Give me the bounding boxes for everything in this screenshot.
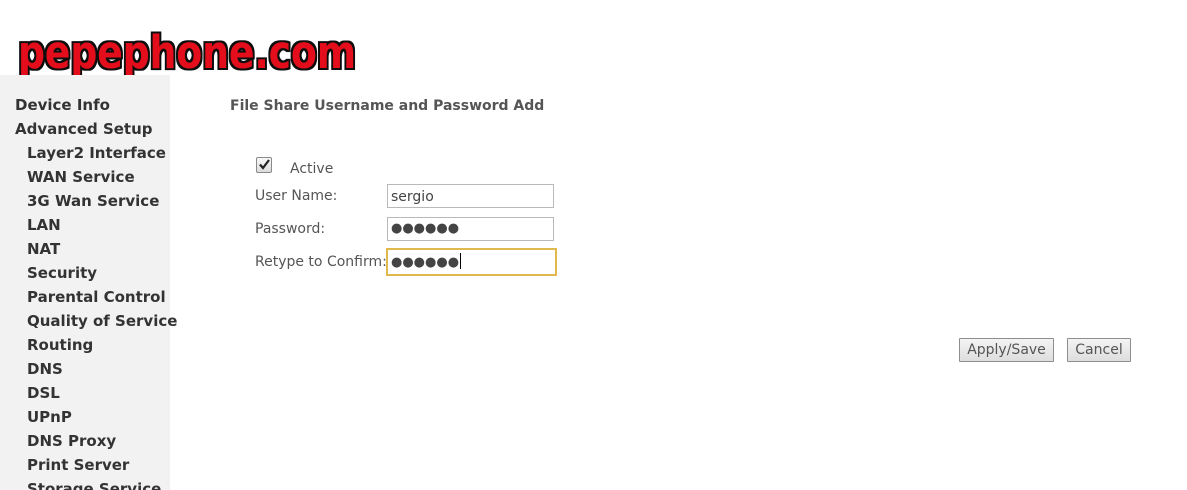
username-value: sergio xyxy=(391,189,434,205)
text-caret xyxy=(460,253,462,269)
page-title: File Share Username and Password Add xyxy=(230,98,545,114)
sidebar-item-advanced-setup[interactable]: Advanced Setup xyxy=(15,120,153,138)
sidebar-item-security[interactable]: Security xyxy=(27,264,97,282)
checkmark-icon xyxy=(259,159,270,170)
sidebar-item-dns[interactable]: DNS xyxy=(27,360,63,378)
sidebar-item-quality-of-service[interactable]: Quality of Service xyxy=(27,312,177,330)
sidebar-item-routing[interactable]: Routing xyxy=(27,336,93,354)
password-value: ●●●●●● xyxy=(391,221,460,236)
active-checkbox[interactable] xyxy=(256,157,272,173)
sidebar-item-lan[interactable]: LAN xyxy=(27,216,61,234)
username-label: User Name: xyxy=(255,188,338,204)
confirm-password-input[interactable]: ●●●●●● xyxy=(386,248,557,276)
sidebar-item-nat[interactable]: NAT xyxy=(27,240,60,258)
confirm-password-label: Retype to Confirm: xyxy=(255,254,387,270)
sidebar-nav: Device Info Advanced Setup Layer2 Interf… xyxy=(0,75,177,490)
sidebar-item-3g-wan-service[interactable]: 3G Wan Service xyxy=(27,192,159,210)
sidebar-item-upnp[interactable]: UPnP xyxy=(27,408,72,426)
svg-text:pepephone.com: pepephone.com xyxy=(18,26,356,78)
sidebar-item-print-server[interactable]: Print Server xyxy=(27,456,129,474)
sidebar-item-wan-service[interactable]: WAN Service xyxy=(27,168,135,186)
page: pepephone.com Device Info Advanced Setup… xyxy=(0,0,1187,490)
password-label: Password: xyxy=(255,221,326,237)
password-input[interactable]: ●●●●●● xyxy=(387,217,554,241)
username-input[interactable]: sergio xyxy=(387,184,554,208)
active-label: Active xyxy=(290,161,334,177)
sidebar-item-layer2-interface[interactable]: Layer2 Interface xyxy=(27,144,166,162)
pepephone-logo: pepephone.com xyxy=(16,26,361,78)
sidebar-item-device-info[interactable]: Device Info xyxy=(15,96,110,114)
sidebar-item-storage-service[interactable]: Storage Service xyxy=(27,480,161,490)
cancel-button[interactable]: Cancel xyxy=(1067,338,1131,362)
sidebar-item-parental-control[interactable]: Parental Control xyxy=(27,288,166,306)
sidebar-item-dns-proxy[interactable]: DNS Proxy xyxy=(27,432,116,450)
sidebar-item-dsl[interactable]: DSL xyxy=(27,384,60,402)
apply-save-button[interactable]: Apply/Save xyxy=(959,338,1054,362)
confirm-password-value: ●●●●●● xyxy=(391,255,460,270)
